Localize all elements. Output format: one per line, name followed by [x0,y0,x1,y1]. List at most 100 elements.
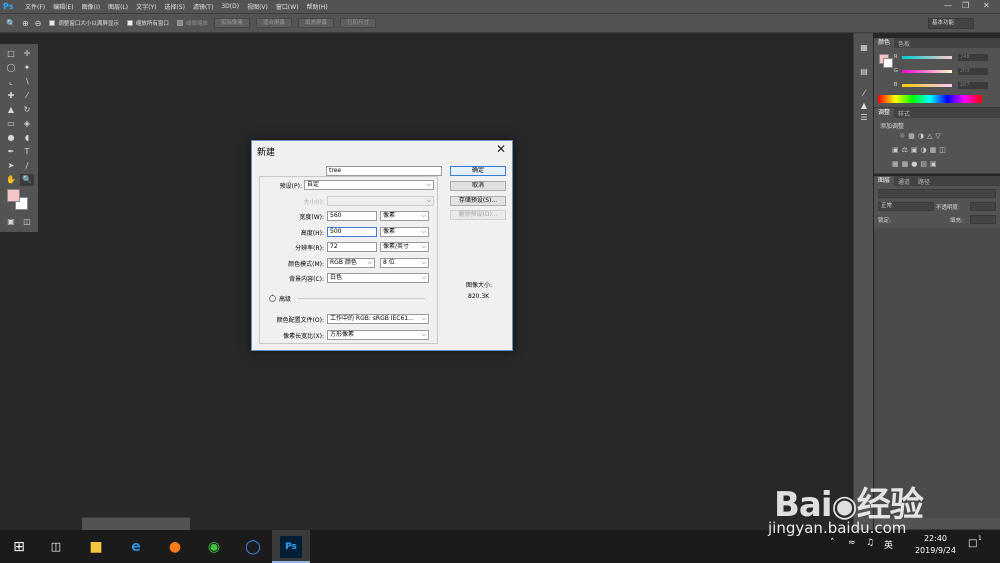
brush-tool-icon[interactable]: ⁄ [20,90,34,102]
pixel-aspect-select[interactable]: 方形像素 ⌵ [327,330,429,340]
fill-screen-button[interactable]: 填充屏幕 [297,18,334,28]
workspace-select[interactable]: 基本功能 [928,18,974,29]
green-gradient[interactable] [902,69,952,73]
eyedropper-icon[interactable]: ∖ [20,76,34,88]
paint-bucket-icon[interactable]: ◈ [20,118,34,130]
menu-type[interactable]: 文字(Y) [136,2,156,11]
blue-slider[interactable]: B 207 [894,81,999,89]
app-l-icon[interactable]: ◯ [242,536,264,558]
scrubby-zoom-checkbox[interactable]: 细微缩放 [176,19,208,27]
menu-file[interactable]: 文件(F) [25,2,45,11]
name-input[interactable]: tree [326,166,442,176]
quick-mask-icon[interactable]: ▣ [4,216,18,228]
menu-3d[interactable]: 3D(D) [221,3,239,10]
eraser-icon[interactable]: ▭ [4,118,18,130]
menu-view[interactable]: 视图(V) [247,2,268,11]
tab-paths[interactable]: 路径 [914,177,934,186]
firefox-icon[interactable]: ● [164,536,186,558]
adjustment-icons-row-2[interactable]: ▣⚖▣◑▦◫ [892,146,949,154]
actual-pixels-button[interactable]: 实际像素 [213,18,250,28]
tab-adjustments[interactable]: 调整 [874,108,895,118]
green-value[interactable]: 203 [958,67,988,75]
clone-source-icon[interactable]: ▲ [858,101,870,113]
width-input[interactable]: 560 [327,211,377,221]
tab-layers[interactable]: 图层 [874,176,895,186]
width-unit-select[interactable]: 像素 ⌵ [380,211,429,221]
dialog-close-icon[interactable]: ✕ [496,142,506,156]
pen-tool-icon[interactable]: ✒ [4,146,18,158]
layer-filter-bar[interactable] [878,189,996,198]
tab-color[interactable]: 颜色 [874,38,895,48]
menu-edit[interactable]: 编辑(E) [53,2,73,11]
dodge-tool-icon[interactable]: ◖ [20,132,34,144]
marquee-tool-icon[interactable]: □ [4,48,18,60]
foreground-color-swatch[interactable] [7,189,20,202]
line-tool-icon[interactable]: ∕ [20,160,34,172]
restore-icon[interactable]: ❐ [962,1,969,10]
task-view-icon[interactable]: ◫ [45,536,67,558]
screen-mode-icon[interactable]: ◫ [20,216,34,228]
red-gradient[interactable] [902,55,952,59]
blur-tool-icon[interactable]: ● [4,132,18,144]
ok-button[interactable]: 确定 [450,166,506,176]
fill-field[interactable] [970,215,996,224]
zoom-tool-icon[interactable]: 🔍 [20,174,34,186]
color-spectrum[interactable] [878,95,982,103]
save-preset-button[interactable]: 存储预设(S)... [450,196,506,206]
floating-mini-panel[interactable] [82,517,190,530]
red-slider[interactable]: R 248 [894,53,999,61]
wechat-icon[interactable]: ◉ [203,536,225,558]
bit-depth-select[interactable]: 8 位 ⌵ [380,258,429,268]
zoom-out-icon[interactable]: ⊖ [35,19,42,28]
blend-mode-select[interactable]: 正常 [878,202,934,211]
brush-panel-icon[interactable]: ⁄ [858,89,870,101]
file-explorer-icon[interactable]: ■ [85,536,107,558]
cancel-button[interactable]: 取消 [450,181,506,191]
size-select[interactable]: ⌵ [327,196,434,206]
resolution-input[interactable]: 72 [327,242,377,252]
healing-brush-icon[interactable]: ✚ [4,90,18,102]
preset-select[interactable]: 自定 ⌵ [304,180,434,190]
tab-channels[interactable]: 通道 [894,177,914,186]
photoshop-taskbar-icon[interactable]: Ps [280,536,302,558]
menu-image[interactable]: 图像(I) [82,2,100,11]
history-brush-icon[interactable]: ↻ [20,104,34,116]
close-icon[interactable]: ✕ [983,1,990,10]
menu-select[interactable]: 选择(S) [164,2,185,11]
windows-start-icon[interactable]: ⊞ [8,536,30,558]
menu-filter[interactable]: 滤镜(T) [193,2,213,11]
path-select-icon[interactable]: ➤ [4,160,18,172]
green-slider[interactable]: G 203 [894,67,999,75]
zoom-all-checkbox[interactable]: 缩放所有窗口 [126,19,169,27]
resolution-unit-select[interactable]: 像素/英寸 ⌵ [380,242,429,252]
adjustment-icons-row-3[interactable]: ▦▦●▤▣ [892,160,940,168]
print-size-button[interactable]: 打印尺寸 [339,18,376,28]
lasso-tool-icon[interactable]: ◯ [4,62,18,74]
height-unit-select[interactable]: 像素 ⌵ [380,227,429,237]
character-icon[interactable]: ☰ [858,113,870,125]
type-tool-icon[interactable]: T [20,146,34,158]
edge-browser-icon[interactable]: e [125,536,147,558]
delete-preset-button[interactable]: 删除预设(D)... [450,210,506,220]
tab-styles[interactable]: 样式 [894,109,914,118]
advanced-toggle[interactable]: ˆ 高级 [269,294,291,303]
blue-gradient[interactable] [902,83,952,87]
minimize-icon[interactable]: — [944,1,952,10]
zoom-tool-icon[interactable]: 🔍 [6,19,16,28]
fit-screen-button[interactable]: 适合屏幕 [255,18,292,28]
background-select[interactable]: 白色 ⌵ [327,273,429,283]
menu-layer[interactable]: 图层(L) [108,2,128,11]
panel-bg-swatch[interactable] [883,58,893,68]
zoom-in-icon[interactable]: ⊕ [22,19,29,28]
color-profile-select[interactable]: 工作中的 RGB: sRGB IEC61... ⌵ [327,314,429,324]
move-tool-icon[interactable]: ✛ [20,48,34,60]
blue-value[interactable]: 207 [958,81,988,89]
height-input[interactable]: 500 [327,227,377,237]
menu-help[interactable]: 帮助(H) [307,2,328,11]
opacity-field[interactable] [970,202,996,211]
tab-swatches[interactable]: 色板 [894,39,914,48]
crop-tool-icon[interactable]: ⌞ [4,76,18,88]
properties-icon[interactable]: ▤ [858,67,870,79]
hand-tool-icon[interactable]: ✋ [4,174,18,186]
history-icon[interactable]: ▦ [858,43,870,55]
